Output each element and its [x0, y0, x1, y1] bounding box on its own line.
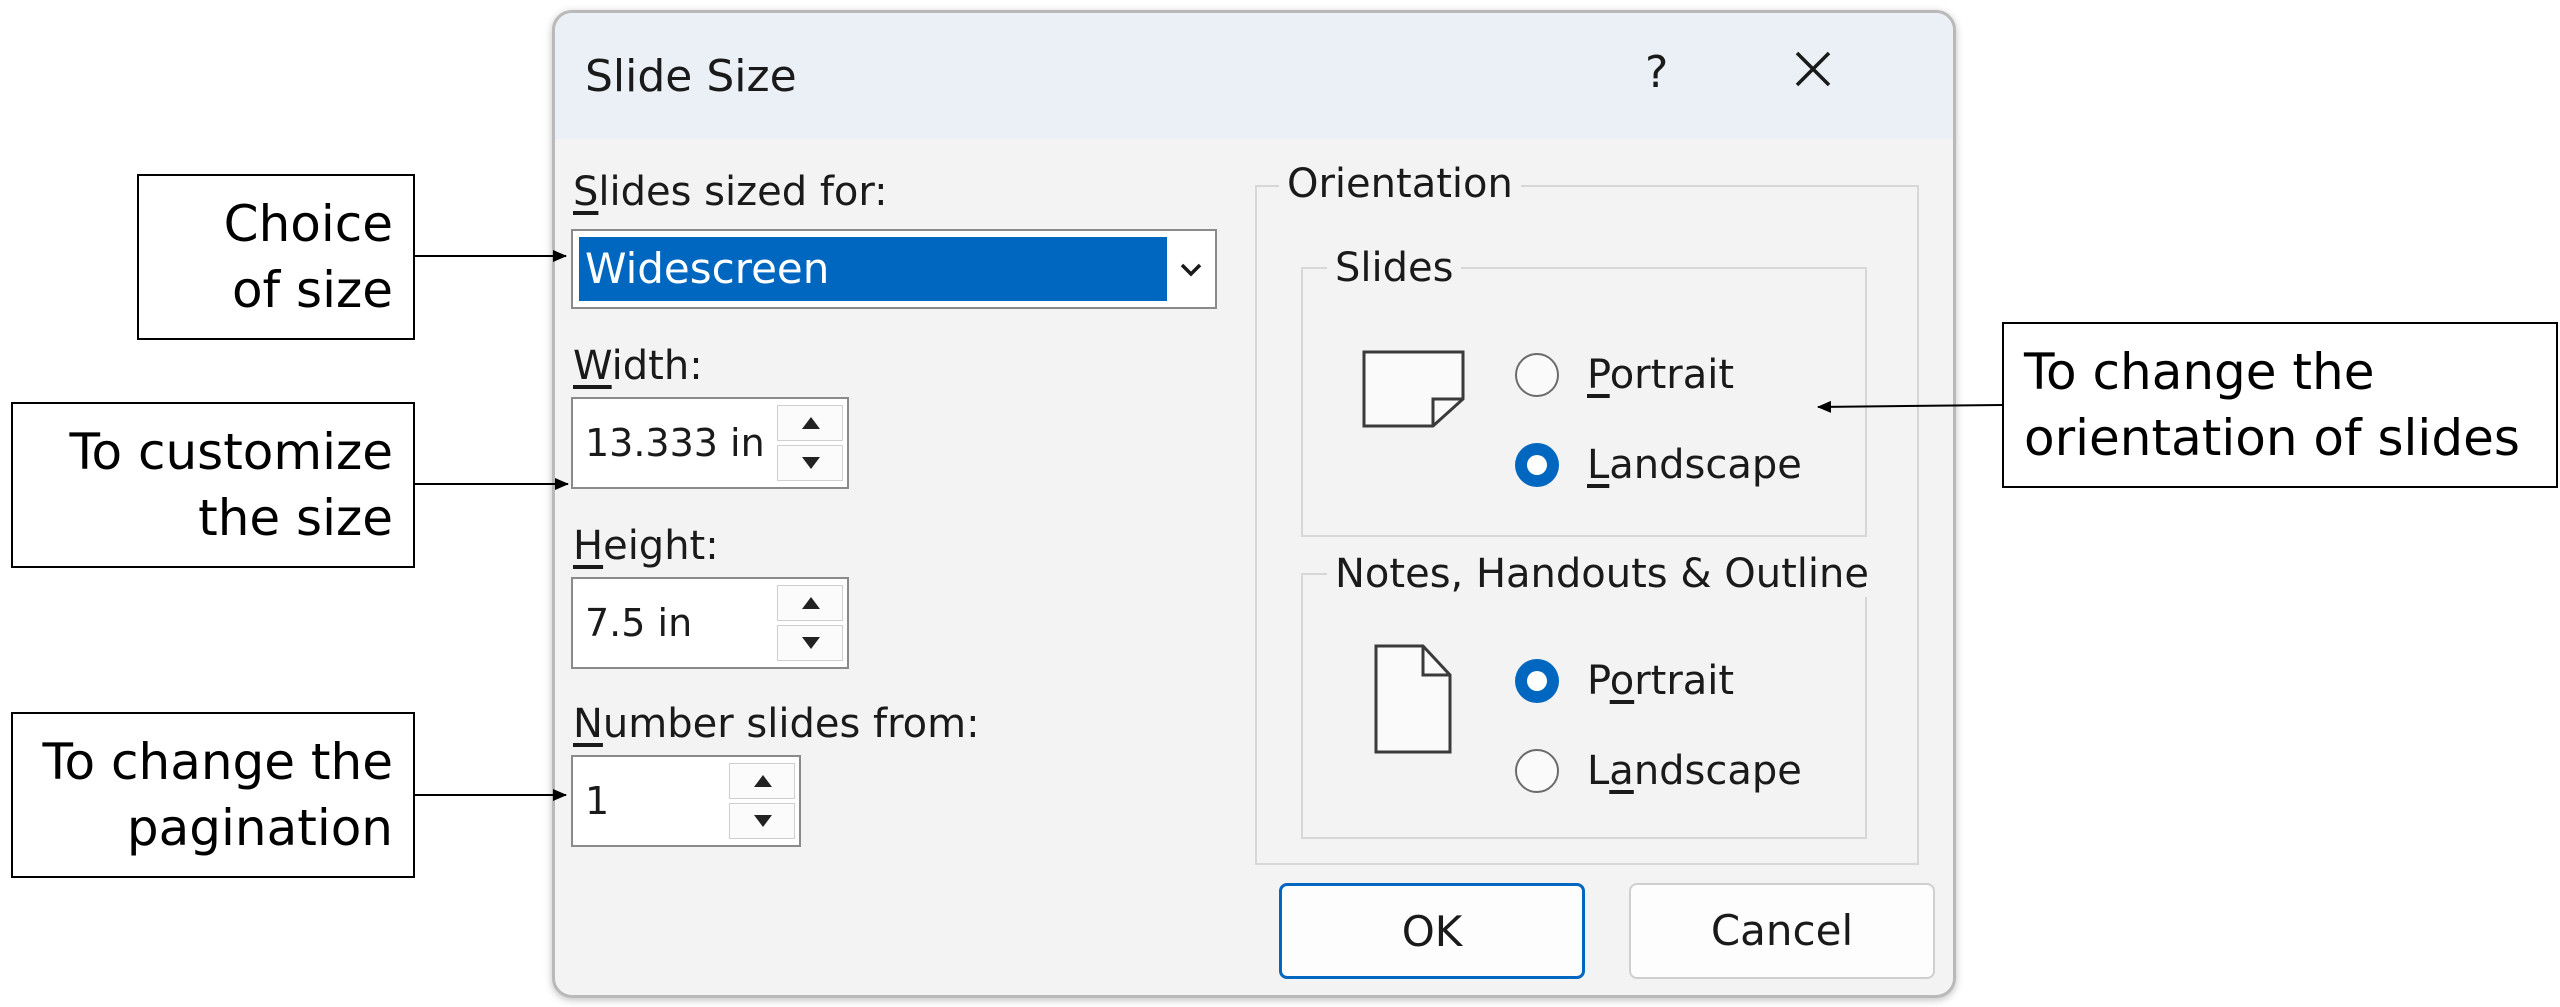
- arrow-to-orientation: [1817, 400, 2003, 413]
- page: Choice of size To customize the size To …: [0, 0, 2560, 1007]
- callout-arrows: [415, 250, 2003, 801]
